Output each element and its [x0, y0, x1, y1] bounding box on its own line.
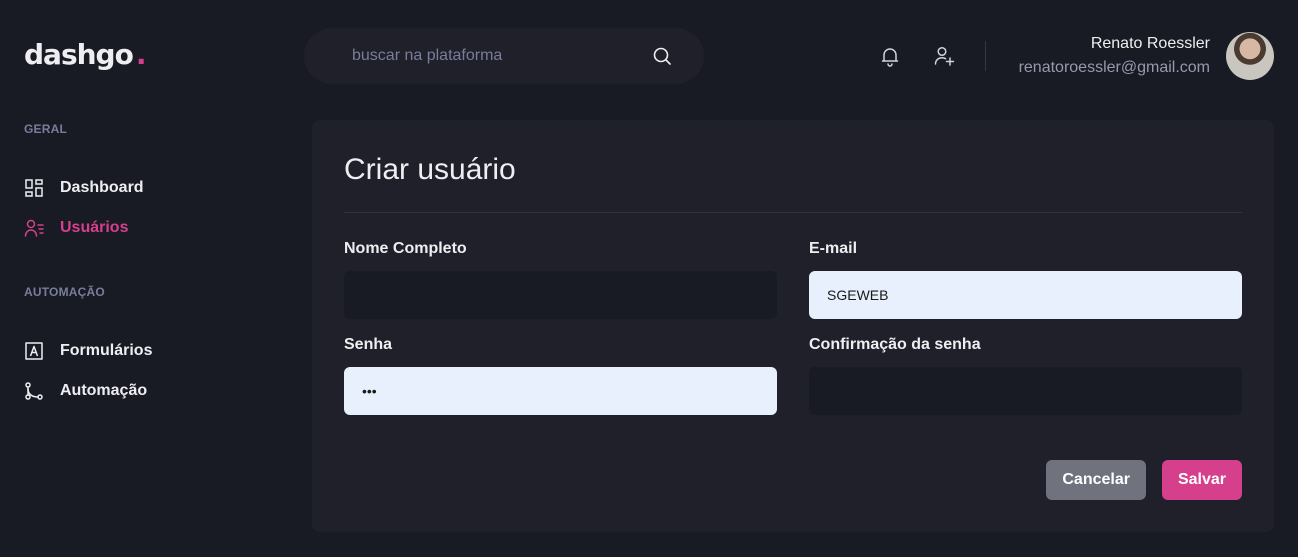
password-field[interactable]: [344, 367, 777, 415]
nav-section-automacao: AUTOMAÇÃO Formulários Automação: [24, 285, 152, 411]
profile-info: Renato Roessler renatoroessler@gmail.com: [1019, 34, 1210, 78]
sidebar-item-dashboard[interactable]: Dashboard: [24, 168, 144, 208]
password-confirm-label: Confirmação da senha: [809, 336, 981, 353]
nav-section-title: GERAL: [24, 122, 67, 136]
nav-section-geral: GERAL Dashboard Usuários: [24, 122, 144, 248]
user-add-icon[interactable]: [932, 44, 956, 68]
profile-email: renatoroessler@gmail.com: [1018, 59, 1210, 76]
name-label: Nome Completo: [344, 240, 467, 257]
sidebar-item-label: Usuários: [60, 219, 129, 236]
profile-name: Renato Roessler: [1090, 35, 1210, 52]
header-divider: [985, 41, 986, 71]
password-field-group: Senha: [344, 335, 777, 415]
form-fields: Nome Completo E-mail Senha Confirmação d…: [344, 239, 1242, 415]
page-title: Criar usuário: [344, 153, 516, 186]
sidebar-item-label: Dashboard: [60, 179, 144, 196]
email-field-group: E-mail: [809, 239, 1242, 319]
users-icon: [24, 218, 44, 238]
logo-text: dashgo: [24, 38, 134, 71]
sidebar-item-automacao[interactable]: Automação: [24, 371, 152, 411]
sidebar-item-label: Automação: [60, 382, 148, 399]
password-confirm-field-group: Confirmação da senha: [809, 335, 1242, 415]
password-label: Senha: [344, 336, 393, 353]
create-user-card: Criar usuário Nome Completo E-mail Senha…: [312, 120, 1274, 532]
name-field-group: Nome Completo: [344, 239, 777, 319]
sidebar-item-label: Formulários: [60, 342, 153, 359]
save-button[interactable]: Salvar: [1161, 460, 1242, 500]
forms-icon: [24, 341, 44, 361]
search-input[interactable]: [352, 47, 652, 65]
title-divider: [344, 212, 1242, 213]
cancel-button[interactable]: Cancelar: [1046, 460, 1146, 500]
sidebar-item-usuarios[interactable]: Usuários: [24, 208, 144, 248]
avatar[interactable]: [1226, 32, 1274, 80]
sidebar-item-formularios[interactable]: Formulários: [24, 331, 152, 371]
dashboard-icon: [24, 178, 44, 198]
header-icons: [878, 44, 956, 68]
email-label: E-mail: [809, 240, 858, 257]
git-merge-icon: [24, 381, 44, 401]
nav-section-title: AUTOMAÇÃO: [24, 285, 105, 299]
email-field[interactable]: [809, 271, 1242, 319]
name-field[interactable]: [344, 271, 777, 319]
search-bar[interactable]: [304, 28, 704, 84]
bell-icon[interactable]: [878, 44, 902, 68]
logo-dot: .: [135, 38, 147, 71]
logo[interactable]: dashgo.: [24, 38, 147, 71]
password-confirm-field[interactable]: [809, 367, 1242, 415]
form-actions: Cancelar Salvar: [1046, 460, 1242, 500]
search-icon[interactable]: [652, 46, 672, 66]
